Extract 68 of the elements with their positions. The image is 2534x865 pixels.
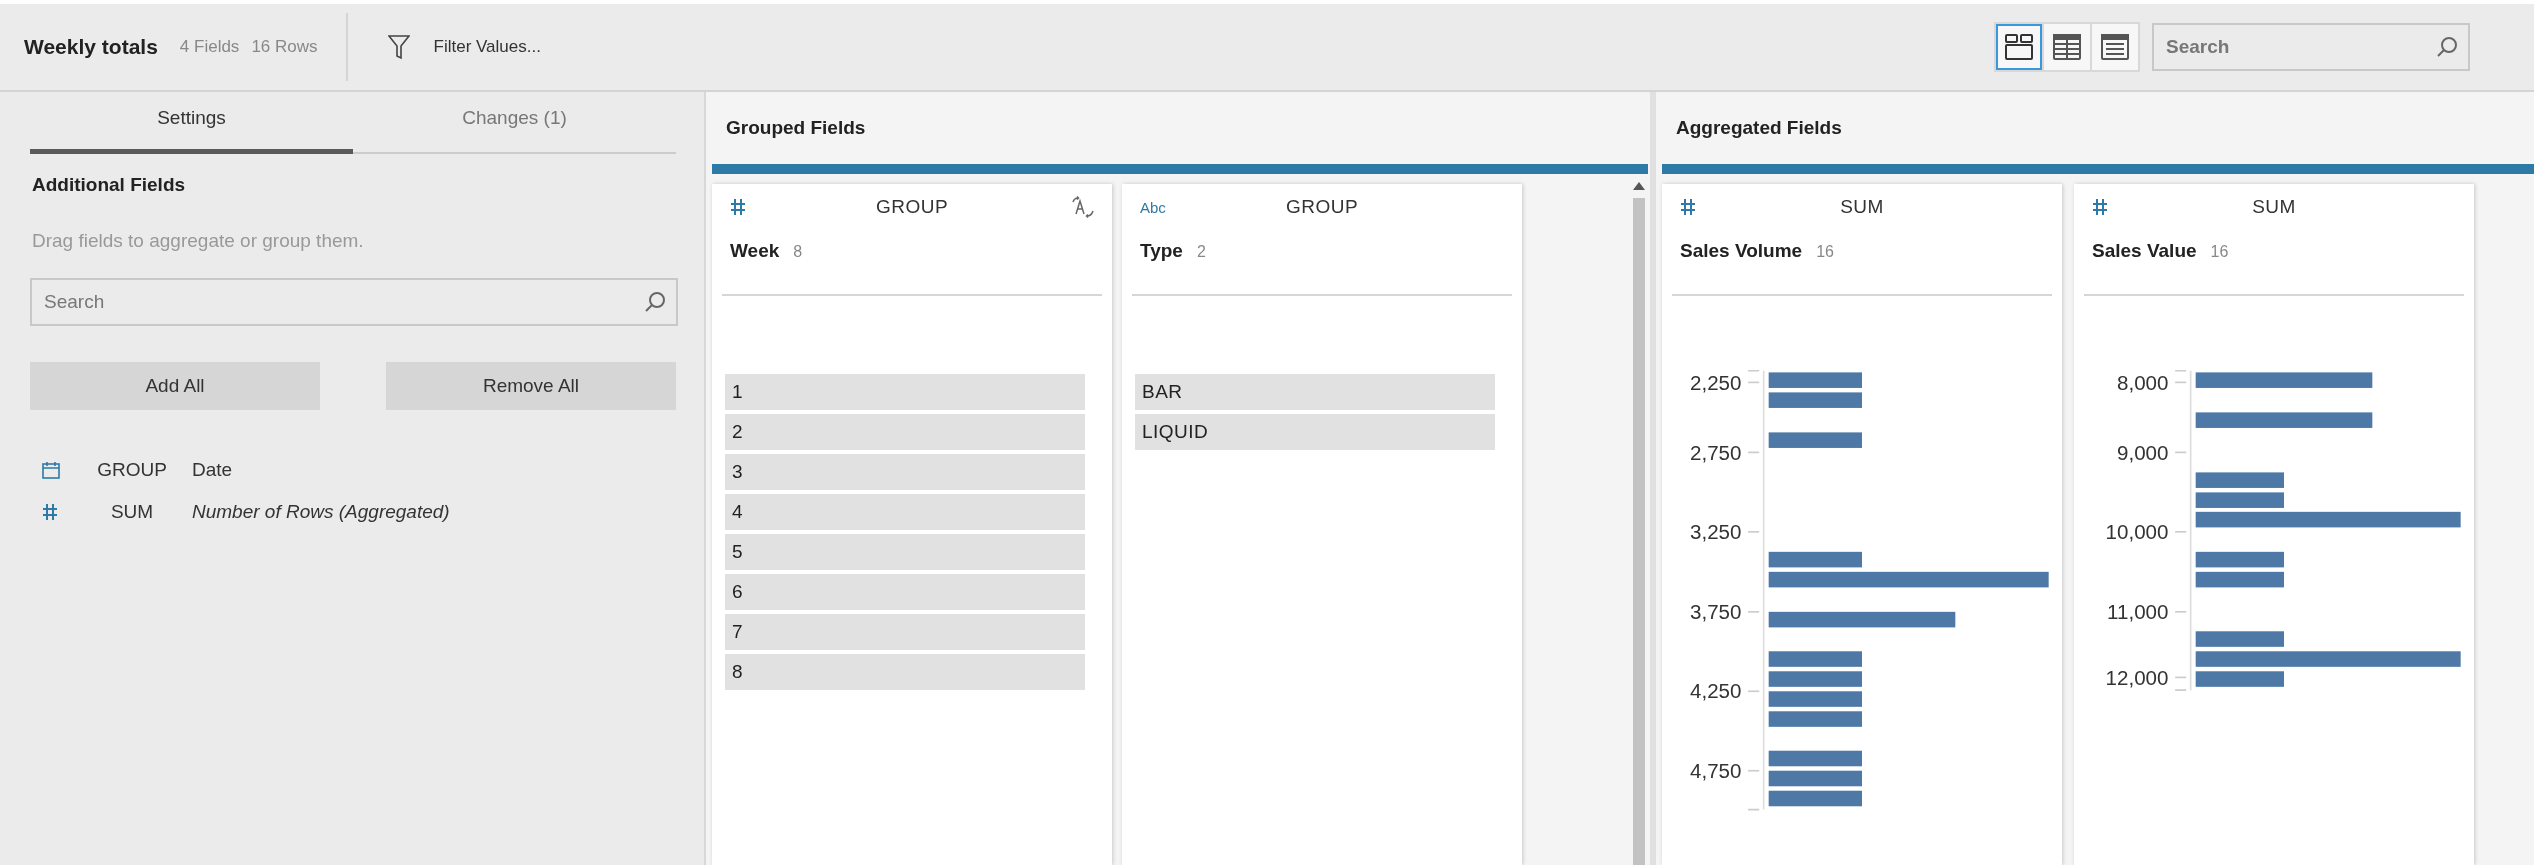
table-view-icon — [2052, 32, 2082, 62]
value-count: 2 — [1196, 243, 1206, 261]
value-row[interactable]: LIQUID — [1135, 414, 1495, 450]
field-name[interactable]: Number of Rows (Aggregated) — [192, 501, 450, 523]
number-type-icon — [730, 198, 746, 216]
axis-label: 8,000 — [2117, 370, 2169, 394]
value-row[interactable]: 6 — [725, 574, 1085, 610]
axis-label: 3,250 — [1690, 520, 1742, 544]
aggregation-label: GROUP — [874, 196, 950, 218]
search-field[interactable]: Search — [30, 278, 678, 326]
value-row[interactable]: 5 — [725, 534, 1085, 570]
axis-label: 10,000 — [2105, 520, 2169, 544]
value-count: 16 — [2210, 243, 2229, 261]
convert-icon[interactable] — [1072, 196, 1094, 218]
flow-step-title: Weekly totals — [24, 35, 158, 59]
value-count: 8 — [793, 243, 803, 261]
filter-values-button[interactable]: Filter Values... — [387, 34, 541, 60]
value-row[interactable]: 7 — [725, 614, 1085, 650]
view-toggle[interactable] — [2044, 24, 2090, 70]
panel-button[interactable]: Add All — [30, 362, 320, 410]
number-type-icon — [1680, 198, 1696, 216]
aggregation-label: GROUP — [96, 459, 168, 481]
number-type-icon — [2092, 198, 2108, 216]
value-count: 16 — [1816, 243, 1834, 261]
value-row[interactable]: 1 — [725, 374, 1085, 410]
axis-label: 4,750 — [1690, 758, 1742, 782]
aggregation-label: SUM — [1839, 196, 1885, 218]
cards-view-icon — [2004, 32, 2034, 62]
search-field[interactable]: Search — [2152, 23, 2470, 71]
axis-label: 3,750 — [1690, 600, 1742, 624]
value-row[interactable]: 2 — [725, 414, 1085, 450]
axis-label: 12,000 — [2105, 665, 2169, 689]
view-toggle[interactable] — [2092, 24, 2138, 70]
list-view-icon — [2100, 32, 2130, 62]
section-title: Additional Fields — [32, 174, 187, 196]
calendar-icon — [42, 461, 60, 479]
aggregation-label: GROUP — [1284, 196, 1360, 218]
rows-count: 16 Rows — [251, 37, 318, 57]
panel-tab[interactable]: Settings — [30, 92, 353, 154]
scroll-up-arrow-icon[interactable] — [1633, 182, 1645, 190]
axis-label: 9,000 — [2117, 440, 2169, 464]
value-row[interactable]: 8 — [725, 654, 1085, 690]
axis-label: 11,000 — [2107, 600, 2169, 624]
search-icon — [644, 291, 666, 313]
section-header: Aggregated Fields — [1675, 116, 1843, 140]
axis-label: 4,250 — [1690, 679, 1742, 703]
aggregation-label: SUM — [2251, 196, 2297, 218]
field-name[interactable]: Date — [192, 459, 233, 481]
field-name: Sales Volume — [1680, 240, 1803, 262]
value-row[interactable]: 3 — [725, 454, 1085, 490]
number-type-icon — [42, 503, 58, 521]
field-name: Type — [1140, 240, 1183, 262]
aggregation-label: SUM — [109, 501, 155, 523]
panel-button[interactable]: Remove All — [386, 362, 676, 410]
filter-icon — [387, 34, 410, 60]
string-type-label: Abc — [1140, 198, 1167, 216]
value-row[interactable]: 4 — [725, 494, 1085, 530]
search-icon — [2436, 36, 2458, 58]
section-header: Grouped Fields — [725, 116, 867, 140]
field-name: Week — [730, 240, 780, 262]
view-toggle[interactable] — [1996, 24, 2042, 70]
axis-label: 2,250 — [1690, 370, 1742, 394]
field-name: Sales Value — [2092, 240, 2197, 262]
value-row[interactable]: BAR — [1135, 374, 1495, 410]
axis-label: 2,750 — [1690, 440, 1742, 464]
fields-count: 4 Fields — [179, 37, 240, 57]
hint-text: Drag fields to aggregate or group them. — [32, 230, 365, 252]
panel-tab[interactable]: Changes (1) — [353, 92, 676, 154]
